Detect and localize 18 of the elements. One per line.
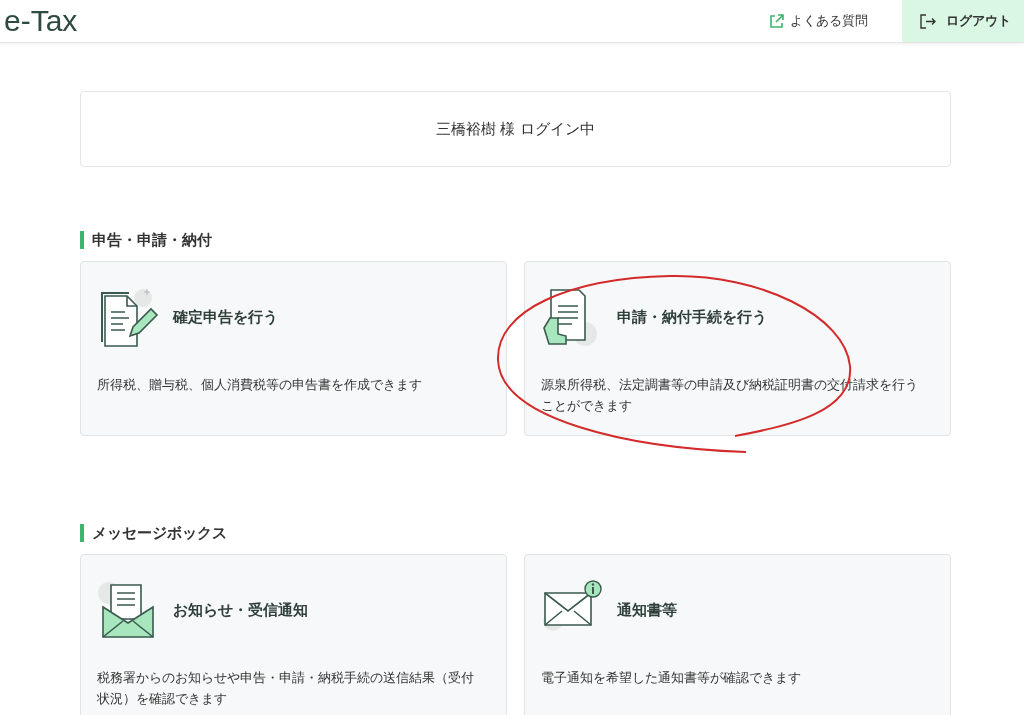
logout-icon <box>920 13 936 29</box>
external-link-icon <box>769 13 784 29</box>
faq-link[interactable]: よくある質問 <box>769 0 902 42</box>
menu-card[interactable]: 確定申告を行う 所得税、贈与税、個人消費税等の申告書を作成できます <box>80 261 507 436</box>
login-status-text: 三橋裕樹 様 ログイン中 <box>435 119 596 139</box>
card-description: 所得税、贈与税、個人消費税等の申告書を作成できます <box>97 376 423 394</box>
card-description: 税務署からのお知らせや申告・申請・納税手続の送信結果（受付状況）を確認できます <box>97 669 475 708</box>
card-title: お知らせ・受信通知 <box>173 600 308 620</box>
card-description: 電子通知を希望した通知書等が確認できます <box>541 669 802 687</box>
card-title: 申請・納付手続を行う <box>617 307 767 327</box>
card-title: 確定申告を行う <box>173 307 278 327</box>
card-title: 通知書等 <box>617 600 677 620</box>
menu-card[interactable]: お知らせ・受信通知 税務署からのお知らせや申告・申請・納税手続の送信結果（受付状況）を確認できます <box>80 554 507 715</box>
section-heading: 申告・申請・納付 <box>80 231 951 249</box>
site-logo[interactable]: e-Tax <box>0 4 78 38</box>
logout-button[interactable]: ログアウト <box>902 0 1024 42</box>
menu-card[interactable]: 通知書等 電子通知を希望した通知書等が確認できます <box>524 554 951 715</box>
section-heading: メッセージボックス <box>80 524 951 542</box>
